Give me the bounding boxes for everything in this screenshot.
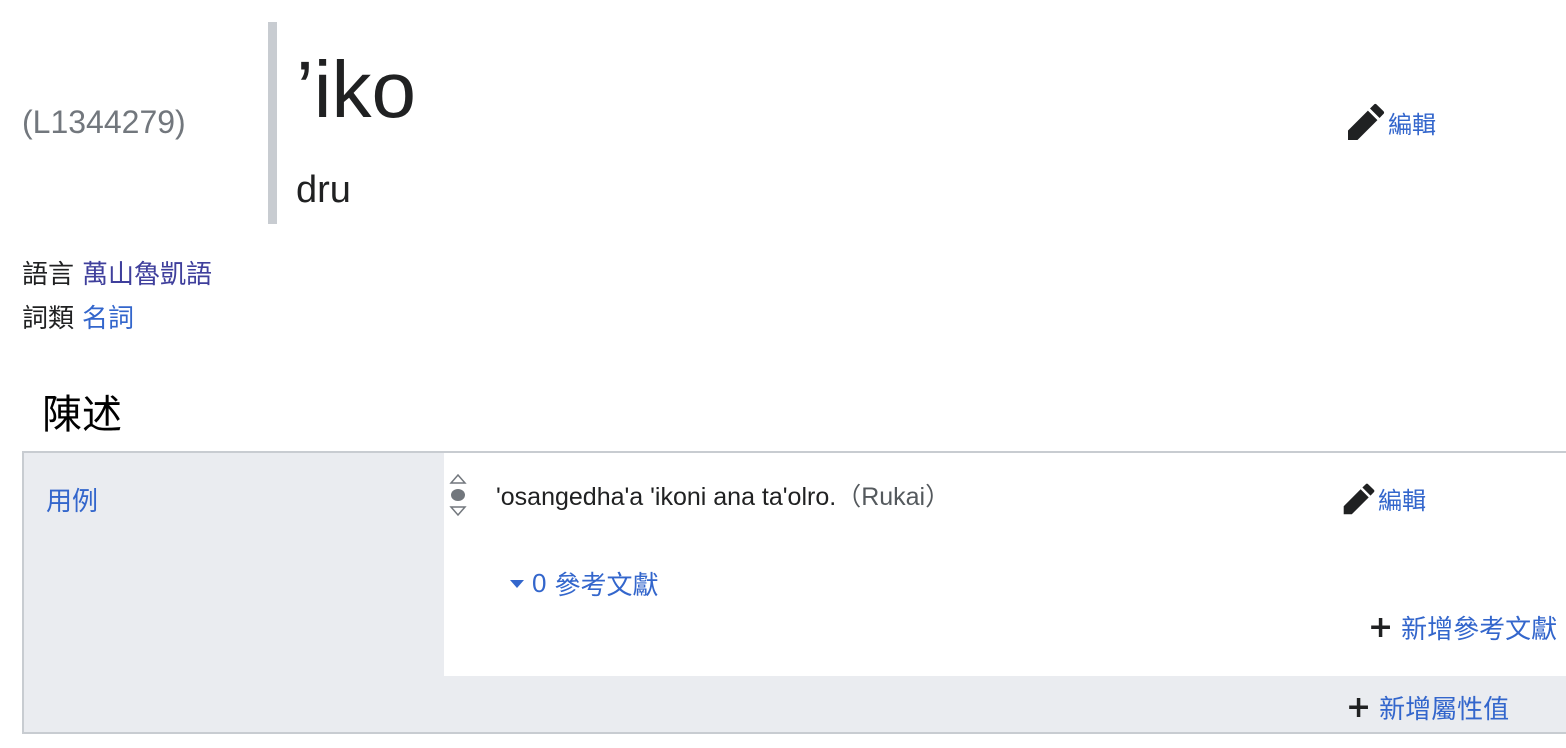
language-link[interactable]: 萬山魯凱語 xyxy=(82,260,212,290)
add-reference-button[interactable]: + 新增參考文獻 xyxy=(1368,609,1557,646)
pencil-icon xyxy=(1342,482,1376,516)
lexeme-id: (L1344279) xyxy=(22,104,186,140)
references-label: 參考文獻 xyxy=(554,571,659,601)
plus-icon: + xyxy=(1368,609,1394,645)
lexical-category-link[interactable]: 名詞 xyxy=(82,304,134,334)
edit-label: 編輯 xyxy=(1378,487,1426,515)
property-link[interactable]: 用例 xyxy=(46,481,98,518)
language-row: 語言 萬山魯凱語 xyxy=(22,258,212,292)
edit-label: 編輯 xyxy=(1388,110,1436,139)
references-toggle[interactable]: 0 參考文獻 xyxy=(510,565,658,602)
references-count: 0 xyxy=(532,568,547,598)
triangle-down-icon xyxy=(510,579,524,588)
pencil-icon xyxy=(1346,102,1386,142)
lexeme-page: (L1344279) ’iko dru 編輯 語言 萬山魯凱語 詞類 名詞 陳述 用… xyxy=(0,0,1566,748)
edit-lemma-button[interactable]: 編輯 xyxy=(1346,102,1436,142)
monolingual-text-language: （Rukai） xyxy=(836,483,951,511)
monolingual-text-value: 'osangedha'a 'ikoni ana ta'olro. xyxy=(496,483,837,511)
rank-normal-icon[interactable] xyxy=(448,473,468,517)
add-value-button[interactable]: + 新增屬性值 xyxy=(1346,689,1509,726)
lemma-title: ’iko xyxy=(296,45,417,134)
lexical-category-row: 詞類 名詞 xyxy=(22,302,134,336)
plus-icon: + xyxy=(1346,689,1372,725)
edit-statement-button[interactable]: 編輯 xyxy=(1342,481,1426,516)
statement-group: 用例 'osangedha'a 'ikoni ana ta'olro.（Ruka… xyxy=(22,451,1566,734)
lemma-divider xyxy=(268,22,277,224)
language-label: 語言 xyxy=(22,260,75,290)
lemma-language-code: dru xyxy=(296,169,351,211)
statements-heading: 陳述 xyxy=(42,392,122,438)
add-reference-label: 新增參考文獻 xyxy=(1401,615,1558,645)
lexical-category-label: 詞類 xyxy=(22,304,75,334)
add-value-label: 新增屬性值 xyxy=(1379,695,1510,725)
statement-value: 'osangedha'a 'ikoni ana ta'olro.（Rukai） xyxy=(496,481,950,513)
statement: 'osangedha'a 'ikoni ana ta'olro.（Rukai） … xyxy=(444,453,1566,676)
